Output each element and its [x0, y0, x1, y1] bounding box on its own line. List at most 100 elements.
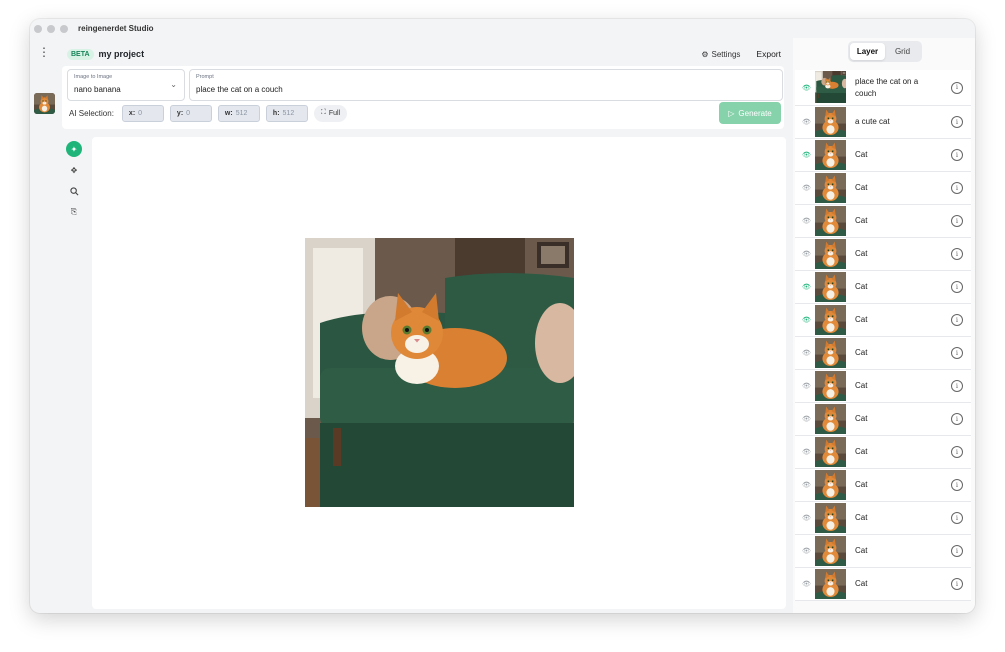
info-icon[interactable]: i: [951, 314, 963, 326]
more-menu-icon[interactable]: ⋮: [38, 46, 50, 60]
mode-select[interactable]: Image to Image nano banana ⌄: [67, 69, 185, 101]
eye-icon[interactable]: 👁: [802, 580, 811, 588]
settings-button[interactable]: ⚙ Settings: [701, 50, 740, 59]
list-item[interactable]: 👁 Cat i: [795, 502, 971, 535]
list-item[interactable]: 👁 Cat i: [795, 172, 971, 205]
h-value: 512: [282, 109, 295, 117]
maximize-window-button[interactable]: [60, 24, 68, 33]
eye-icon[interactable]: 👁: [802, 250, 811, 258]
info-icon[interactable]: i: [951, 479, 963, 491]
eye-icon[interactable]: 👁: [802, 217, 811, 225]
h-input[interactable]: h: 512: [265, 104, 308, 122]
eye-icon[interactable]: 👁: [802, 481, 811, 489]
generate-button[interactable]: ▷ Generate: [719, 102, 781, 124]
fullscreen-icon: ⛶: [320, 109, 326, 116]
list-item[interactable]: 👁 Cat i: [795, 436, 971, 469]
info-icon[interactable]: i: [951, 149, 963, 161]
info-icon[interactable]: i: [951, 545, 963, 557]
info-icon[interactable]: i: [951, 248, 963, 260]
tab-grid[interactable]: Grid: [885, 43, 920, 60]
list-item[interactable]: 👁 Cat i: [795, 304, 971, 337]
gear-icon: ⚙: [701, 49, 709, 59]
list-item[interactable]: 👁 Cat i: [795, 139, 971, 172]
generation-toolbar: Image to Image nano banana ⌄ Prompt plac…: [62, 66, 784, 129]
x-value: 0: [138, 109, 143, 117]
y-input[interactable]: y: 0: [169, 104, 212, 122]
ai-selection-row: AI Selection: x: 0 y: 0 w: 512 h: 512 ⛶ Full: [69, 103, 348, 123]
layer-name: Cat: [855, 546, 868, 555]
list-item[interactable]: 👁 Cat i: [795, 271, 971, 304]
canvas-image[interactable]: [305, 238, 574, 507]
info-icon[interactable]: i: [951, 182, 963, 194]
layer-thumbnail: [815, 404, 846, 434]
layer-name: Cat: [855, 282, 868, 291]
list-item[interactable]: 👁 place the cat on a couch i: [795, 70, 971, 106]
eye-icon[interactable]: 👁: [802, 84, 811, 92]
eye-icon[interactable]: 👁: [802, 184, 811, 192]
layer-thumbnail: [815, 503, 846, 533]
info-icon[interactable]: i: [951, 446, 963, 458]
eye-icon[interactable]: 👁: [802, 448, 811, 456]
eye-icon[interactable]: 👁: [802, 316, 811, 324]
x-input[interactable]: x: 0: [121, 104, 164, 122]
layer-thumbnail: [815, 569, 846, 599]
list-item[interactable]: 👁 Cat i: [795, 568, 971, 601]
eye-icon[interactable]: 👁: [802, 283, 811, 291]
full-selection-button[interactable]: ⛶ Full: [313, 104, 348, 122]
import-icon[interactable]: ⎘: [66, 204, 82, 220]
layer-thumbnail: [815, 140, 846, 170]
info-icon[interactable]: i: [951, 81, 963, 94]
info-icon[interactable]: i: [951, 281, 963, 293]
list-item[interactable]: 👁 Cat i: [795, 337, 971, 370]
prompt-input[interactable]: place the cat on a couch: [196, 85, 283, 94]
info-icon[interactable]: i: [951, 215, 963, 227]
eye-icon[interactable]: 👁: [802, 151, 811, 159]
info-icon[interactable]: i: [951, 347, 963, 359]
info-icon[interactable]: i: [951, 578, 963, 590]
list-item[interactable]: 👁 Cat i: [795, 205, 971, 238]
close-window-button[interactable]: [34, 24, 42, 33]
canvas-area[interactable]: [92, 137, 786, 609]
settings-label: Settings: [711, 49, 741, 59]
list-item[interactable]: 👁 Cat i: [795, 370, 971, 403]
info-icon[interactable]: i: [951, 380, 963, 392]
move-icon[interactable]: ✥: [66, 162, 82, 178]
project-thumbnail[interactable]: [34, 93, 55, 114]
list-item[interactable]: 👁 Cat i: [795, 403, 971, 436]
info-icon[interactable]: i: [951, 116, 963, 128]
tab-layer[interactable]: Layer: [850, 43, 885, 60]
layer-list: 👁 place the cat on a couch i 👁 a cute cat i …: [795, 70, 971, 601]
list-item[interactable]: 👁 Cat i: [795, 535, 971, 568]
w-input[interactable]: w: 512: [217, 104, 260, 122]
y-label: y:: [176, 109, 184, 117]
title-bar: reingenerdet Studio: [30, 19, 975, 38]
window-controls[interactable]: [34, 24, 68, 33]
info-icon[interactable]: i: [951, 512, 963, 524]
project-name[interactable]: my project: [99, 49, 145, 59]
ai-tool-icon[interactable]: ✦: [66, 141, 82, 157]
info-icon[interactable]: i: [951, 413, 963, 425]
mode-label: Image to Image: [74, 74, 113, 80]
list-item[interactable]: 👁 a cute cat i: [795, 106, 971, 139]
export-button[interactable]: Export: [756, 49, 781, 59]
eye-icon[interactable]: 👁: [802, 415, 811, 423]
zoom-icon[interactable]: [66, 183, 82, 199]
layer-thumbnail: [815, 173, 846, 203]
eye-icon[interactable]: 👁: [802, 118, 811, 126]
layer-name: place the cat on a couch: [855, 76, 919, 98]
layer-thumbnail: [815, 470, 846, 500]
layer-thumbnail: [815, 305, 846, 335]
list-item[interactable]: 👁 Cat i: [795, 238, 971, 271]
layer-thumbnail: [815, 272, 846, 302]
prompt-field[interactable]: Prompt place the cat on a couch: [189, 69, 783, 101]
app-title: reingenerdet Studio: [78, 24, 154, 33]
minimize-window-button[interactable]: [47, 24, 55, 33]
list-item[interactable]: 👁 Cat i: [795, 469, 971, 502]
layer-name: Cat: [855, 216, 868, 225]
y-value: 0: [186, 109, 191, 117]
eye-icon[interactable]: 👁: [802, 514, 811, 522]
eye-icon[interactable]: 👁: [802, 382, 811, 390]
generate-label: Generate: [738, 108, 772, 118]
eye-icon[interactable]: 👁: [802, 547, 811, 555]
eye-icon[interactable]: 👁: [802, 349, 811, 357]
